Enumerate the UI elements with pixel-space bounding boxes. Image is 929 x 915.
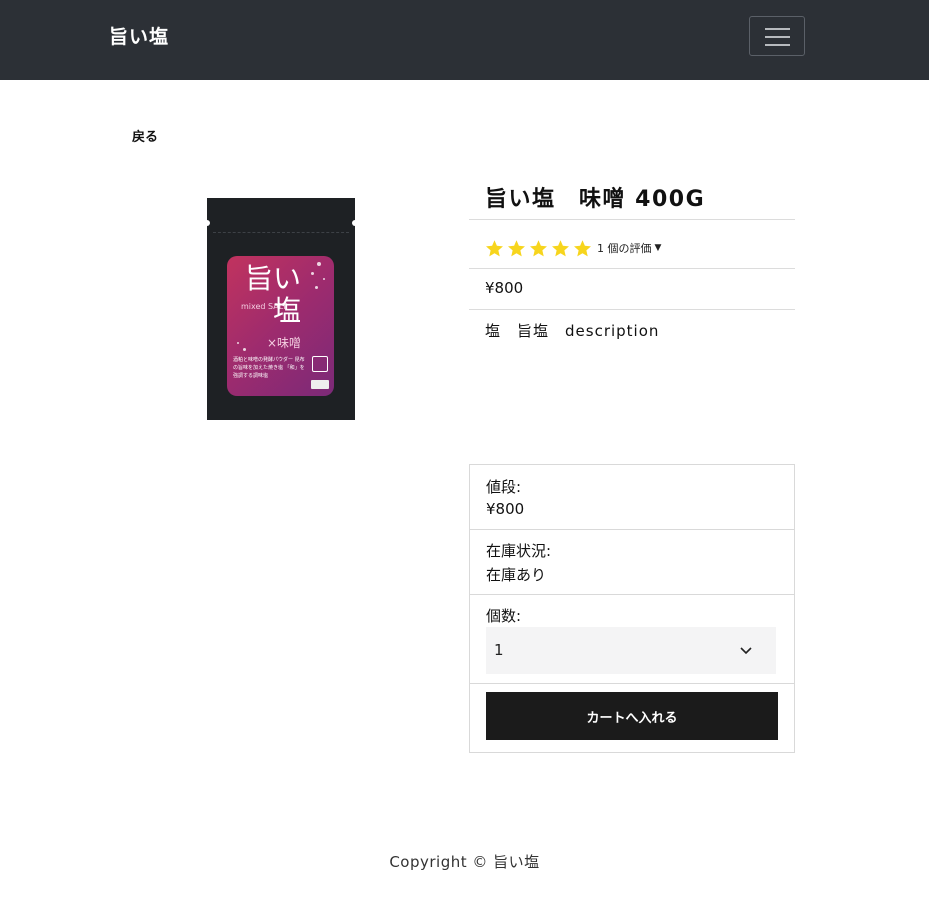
brand-logo[interactable]: 旨い塩 bbox=[109, 22, 169, 49]
quantity-select[interactable]: 1 bbox=[486, 627, 776, 674]
star-icon bbox=[574, 239, 591, 256]
divider bbox=[469, 219, 795, 220]
package-badge-icon bbox=[312, 356, 328, 372]
star-icon bbox=[486, 239, 503, 256]
navbar: 旨い塩 bbox=[0, 0, 929, 80]
package-tag bbox=[311, 380, 329, 389]
package-title-salt: 塩 bbox=[273, 294, 302, 327]
star-icon bbox=[552, 239, 569, 256]
chevron-down-icon bbox=[740, 647, 752, 655]
menu-toggle-button[interactable] bbox=[749, 16, 805, 56]
stock-label: 在庫状況: bbox=[486, 542, 552, 560]
star-icon bbox=[508, 239, 525, 256]
product-title: 旨い塩 味噌 400G bbox=[485, 187, 706, 212]
rating-count: 1 個の評価 bbox=[597, 242, 652, 255]
price-label: 値段: bbox=[486, 478, 522, 496]
purchase-card: 値段: ¥800 在庫状況: 在庫あり 個数: 1 カートへ入れる bbox=[469, 464, 795, 753]
price-row: 値段: ¥800 bbox=[470, 465, 794, 530]
package-label: 旨い mixed SALT 塩 ×味噌 酒粕と味噌の発酵パウダー 昆布の旨味を加… bbox=[227, 256, 334, 396]
hamburger-icon-bar bbox=[765, 44, 790, 46]
package-flavor: ×味噌 bbox=[267, 336, 302, 350]
product-description: 塩 旨塩 description bbox=[485, 322, 660, 340]
footer-copyright: Copyright © 旨い塩 bbox=[389, 853, 540, 871]
price-value: ¥800 bbox=[486, 500, 525, 518]
rating[interactable]: 1 個の評価 ▼ bbox=[485, 238, 661, 258]
product-price: ¥800 bbox=[485, 279, 524, 297]
product-image: 旨い mixed SALT 塩 ×味噌 酒粕と味噌の発酵パウダー 昆布の旨味を加… bbox=[204, 198, 358, 420]
add-to-cart-button[interactable]: カートへ入れる bbox=[486, 692, 778, 740]
divider bbox=[469, 268, 795, 269]
package-blurb: 酒粕と味噌の発酵パウダー 昆布の旨味を加えた焼き塩 「和」を強調する調味塩 bbox=[233, 357, 305, 379]
quantity-value: 1 bbox=[494, 641, 504, 659]
chevron-down-icon: ▼ bbox=[654, 243, 662, 253]
quantity-label: 個数: bbox=[486, 607, 522, 625]
package-title: 旨い bbox=[245, 262, 302, 295]
divider bbox=[469, 309, 795, 310]
stock-value: 在庫あり bbox=[486, 566, 547, 584]
stock-row: 在庫状況: 在庫あり bbox=[470, 530, 794, 595]
back-link[interactable]: 戻る bbox=[132, 126, 158, 145]
hamburger-icon-bar bbox=[765, 36, 790, 38]
hamburger-icon bbox=[765, 28, 790, 30]
star-icon bbox=[530, 239, 547, 256]
